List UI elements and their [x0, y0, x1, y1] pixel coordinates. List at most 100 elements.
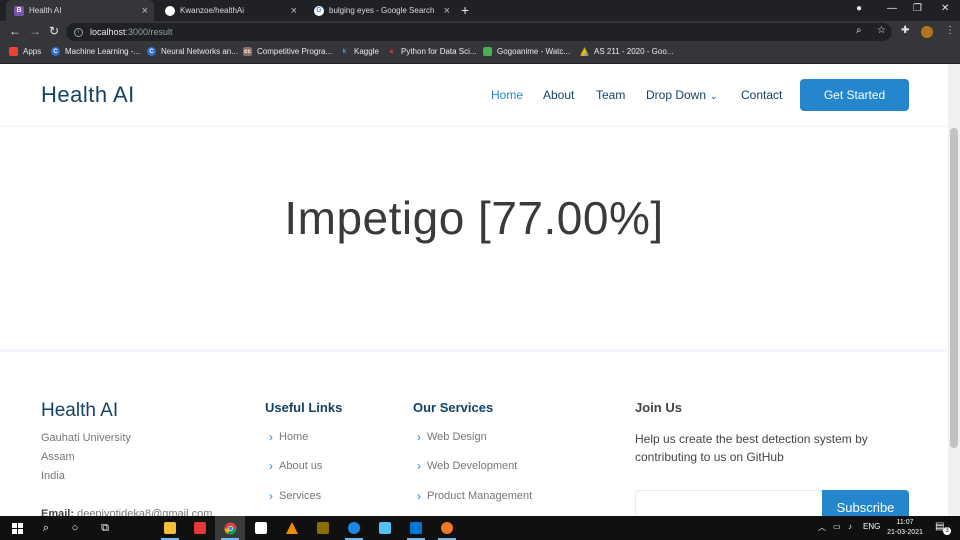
join-us-text: Help us create the best detection system… — [635, 432, 868, 464]
bookmark-gogoanime[interactable]: Gogoanime - Watc... — [483, 47, 570, 56]
jupyter-icon[interactable] — [432, 516, 462, 540]
github-favicon-icon — [165, 5, 175, 16]
close-window-icon[interactable]: ✕ — [941, 3, 949, 14]
scrollbar-thumb[interactable] — [950, 128, 958, 448]
footer-email: Email: deepjyotideka8@gmail.com — [41, 508, 212, 516]
tab-google-search[interactable]: G bulging eyes - Google Search × — [306, 0, 456, 21]
chevron-down-icon: ⌄ — [710, 91, 718, 101]
nav-drop-down[interactable]: Drop Down ⌄ — [646, 88, 718, 102]
subscribe-button[interactable]: Subscribe — [822, 490, 909, 516]
bookmark-apps[interactable]: Apps — [9, 47, 41, 56]
footer-service-product-management[interactable]: › Product Management — [417, 489, 532, 503]
edge-icon[interactable] — [339, 516, 369, 540]
nav-team[interactable]: Team — [596, 88, 625, 102]
nav-about[interactable]: About — [543, 88, 574, 102]
task-view-icon[interactable]: ⧉ — [90, 516, 120, 540]
nav-drop-down-label: Drop Down — [646, 88, 707, 102]
footer-service-web-design[interactable]: › Web Design — [417, 430, 487, 444]
tab-title: Kwanzoe/healthAi — [180, 6, 245, 15]
close-tab-icon[interactable]: × — [444, 5, 450, 17]
bookmark-label: Neural Networks an... — [161, 47, 238, 56]
show-hidden-icons-chevron-icon[interactable]: ︿ — [818, 522, 826, 533]
chrome-taskbar-icon[interactable] — [215, 516, 245, 540]
footer-service-label: Web Development — [427, 460, 518, 472]
bookmark-label: Gogoanime - Watc... — [497, 47, 571, 56]
bookmark-label: AS 211 - 2020 - Goo... — [594, 47, 674, 56]
volume-icon[interactable]: ♪ — [848, 522, 852, 531]
bookmark-neural-networks[interactable]: C Neural Networks an... — [147, 47, 238, 56]
battery-icon[interactable]: ▭ — [833, 522, 841, 531]
tab-github[interactable]: Kwanzoe/healthAi × — [157, 0, 303, 21]
footer-link-about[interactable]: › About us — [269, 459, 322, 473]
coursera-icon: C — [147, 47, 156, 56]
extensions-puzzle-icon[interactable]: ✚ — [901, 25, 909, 36]
site-info-icon[interactable]: i — [74, 27, 83, 37]
footer-service-web-development[interactable]: › Web Development — [417, 459, 517, 473]
tab-health-ai[interactable]: B Health AI × — [6, 0, 154, 21]
our-services-heading: Our Services — [413, 400, 494, 415]
clock-date: 21-03-2021 — [887, 529, 923, 536]
web-page: Health AI Home About Team Drop Down ⌄ Con… — [0, 64, 948, 516]
bookmark-as-211[interactable]: AS 211 - 2020 - Goo... — [580, 47, 673, 56]
minimize-icon[interactable]: — — [887, 3, 897, 14]
footer-address-line: Assam — [41, 451, 75, 463]
site-logo[interactable]: Health AI — [41, 82, 135, 108]
language-indicator[interactable]: ENG — [863, 522, 880, 531]
gift-app-icon[interactable] — [185, 516, 215, 540]
tab-title: bulging eyes - Google Search — [329, 6, 435, 15]
forward-arrow-icon[interactable]: → — [29, 24, 41, 38]
address-bar[interactable]: i localhost:3000/result — [66, 23, 892, 41]
bookmark-label: Apps — [23, 47, 42, 56]
page-scrollbar[interactable] — [948, 64, 960, 516]
clock-time: 11:07 — [896, 519, 914, 526]
vlc-icon[interactable] — [277, 516, 307, 540]
close-tab-icon[interactable]: × — [142, 5, 148, 17]
footer-link-services[interactable]: › Services — [269, 489, 321, 503]
drive-icon — [580, 47, 589, 56]
restore-icon[interactable]: ❐ — [913, 3, 922, 14]
join-us-heading: Join Us — [635, 400, 682, 415]
nav-contact[interactable]: Contact — [741, 88, 782, 102]
file-explorer-icon[interactable] — [155, 516, 185, 540]
close-tab-icon[interactable]: × — [291, 5, 297, 17]
kaggle-icon: k — [342, 48, 347, 55]
taskbar-clock[interactable]: 11:07 21-03-2021 — [880, 518, 930, 538]
profile-media-icon[interactable]: ● — [856, 3, 862, 14]
bookmark-label: Machine Learning -... — [65, 47, 141, 56]
installer-icon[interactable] — [370, 516, 400, 540]
search-icon[interactable]: ⌕ — [31, 516, 61, 540]
cortana-icon[interactable]: ○ — [60, 516, 90, 540]
get-started-button[interactable]: Get Started — [800, 79, 909, 111]
nav-home[interactable]: Home — [491, 88, 523, 102]
windows-start-icon[interactable] — [2, 516, 32, 540]
useful-links-heading: Useful Links — [265, 400, 343, 415]
bookmark-kaggle[interactable]: k Kaggle — [340, 47, 379, 56]
bookmark-star-icon[interactable]: ☆ — [877, 25, 886, 36]
notification-count-badge: 3 — [943, 527, 951, 535]
reload-icon[interactable]: ↻ — [49, 24, 59, 38]
gogo-icon — [483, 47, 492, 56]
game-app-icon[interactable] — [308, 516, 338, 540]
browser-tab-strip: B Health AI × Kwanzoe/healthAi × G bulgi… — [0, 0, 960, 21]
chevron-right-icon: › — [417, 489, 421, 503]
bookmark-python-data-science[interactable]: ɕ Python for Data Sci... — [387, 47, 477, 56]
bookmark-label: Competitive Progra... — [257, 47, 333, 56]
footer-service-label: Web Design — [427, 431, 487, 443]
footer-service-label: Product Management — [427, 490, 533, 502]
tab-title: Health AI — [29, 6, 62, 15]
apps-grid-icon — [9, 47, 18, 56]
vscode-icon[interactable] — [401, 516, 431, 540]
profile-avatar[interactable] — [921, 26, 933, 38]
chevron-right-icon: › — [269, 430, 273, 444]
new-tab-plus-icon[interactable]: + — [461, 2, 469, 18]
bookmark-machine-learning[interactable]: C Machine Learning -... — [51, 47, 140, 56]
store-icon[interactable] — [246, 516, 276, 540]
browser-toolbar: ← → ↻ i localhost:3000/result ⌕ ☆ ✚ ⋮ — [0, 21, 960, 43]
back-arrow-icon[interactable]: ← — [9, 24, 21, 38]
chrome-menu-icon[interactable]: ⋮ — [945, 25, 955, 36]
bookmark-competitive-programming[interactable]: cc Competitive Progra... — [243, 47, 332, 56]
zoom-icon[interactable]: ⌕ — [856, 25, 862, 36]
subscribe-email-input[interactable] — [635, 490, 823, 516]
python-icon: ɕ — [389, 48, 394, 55]
footer-link-home[interactable]: › Home — [269, 430, 308, 444]
